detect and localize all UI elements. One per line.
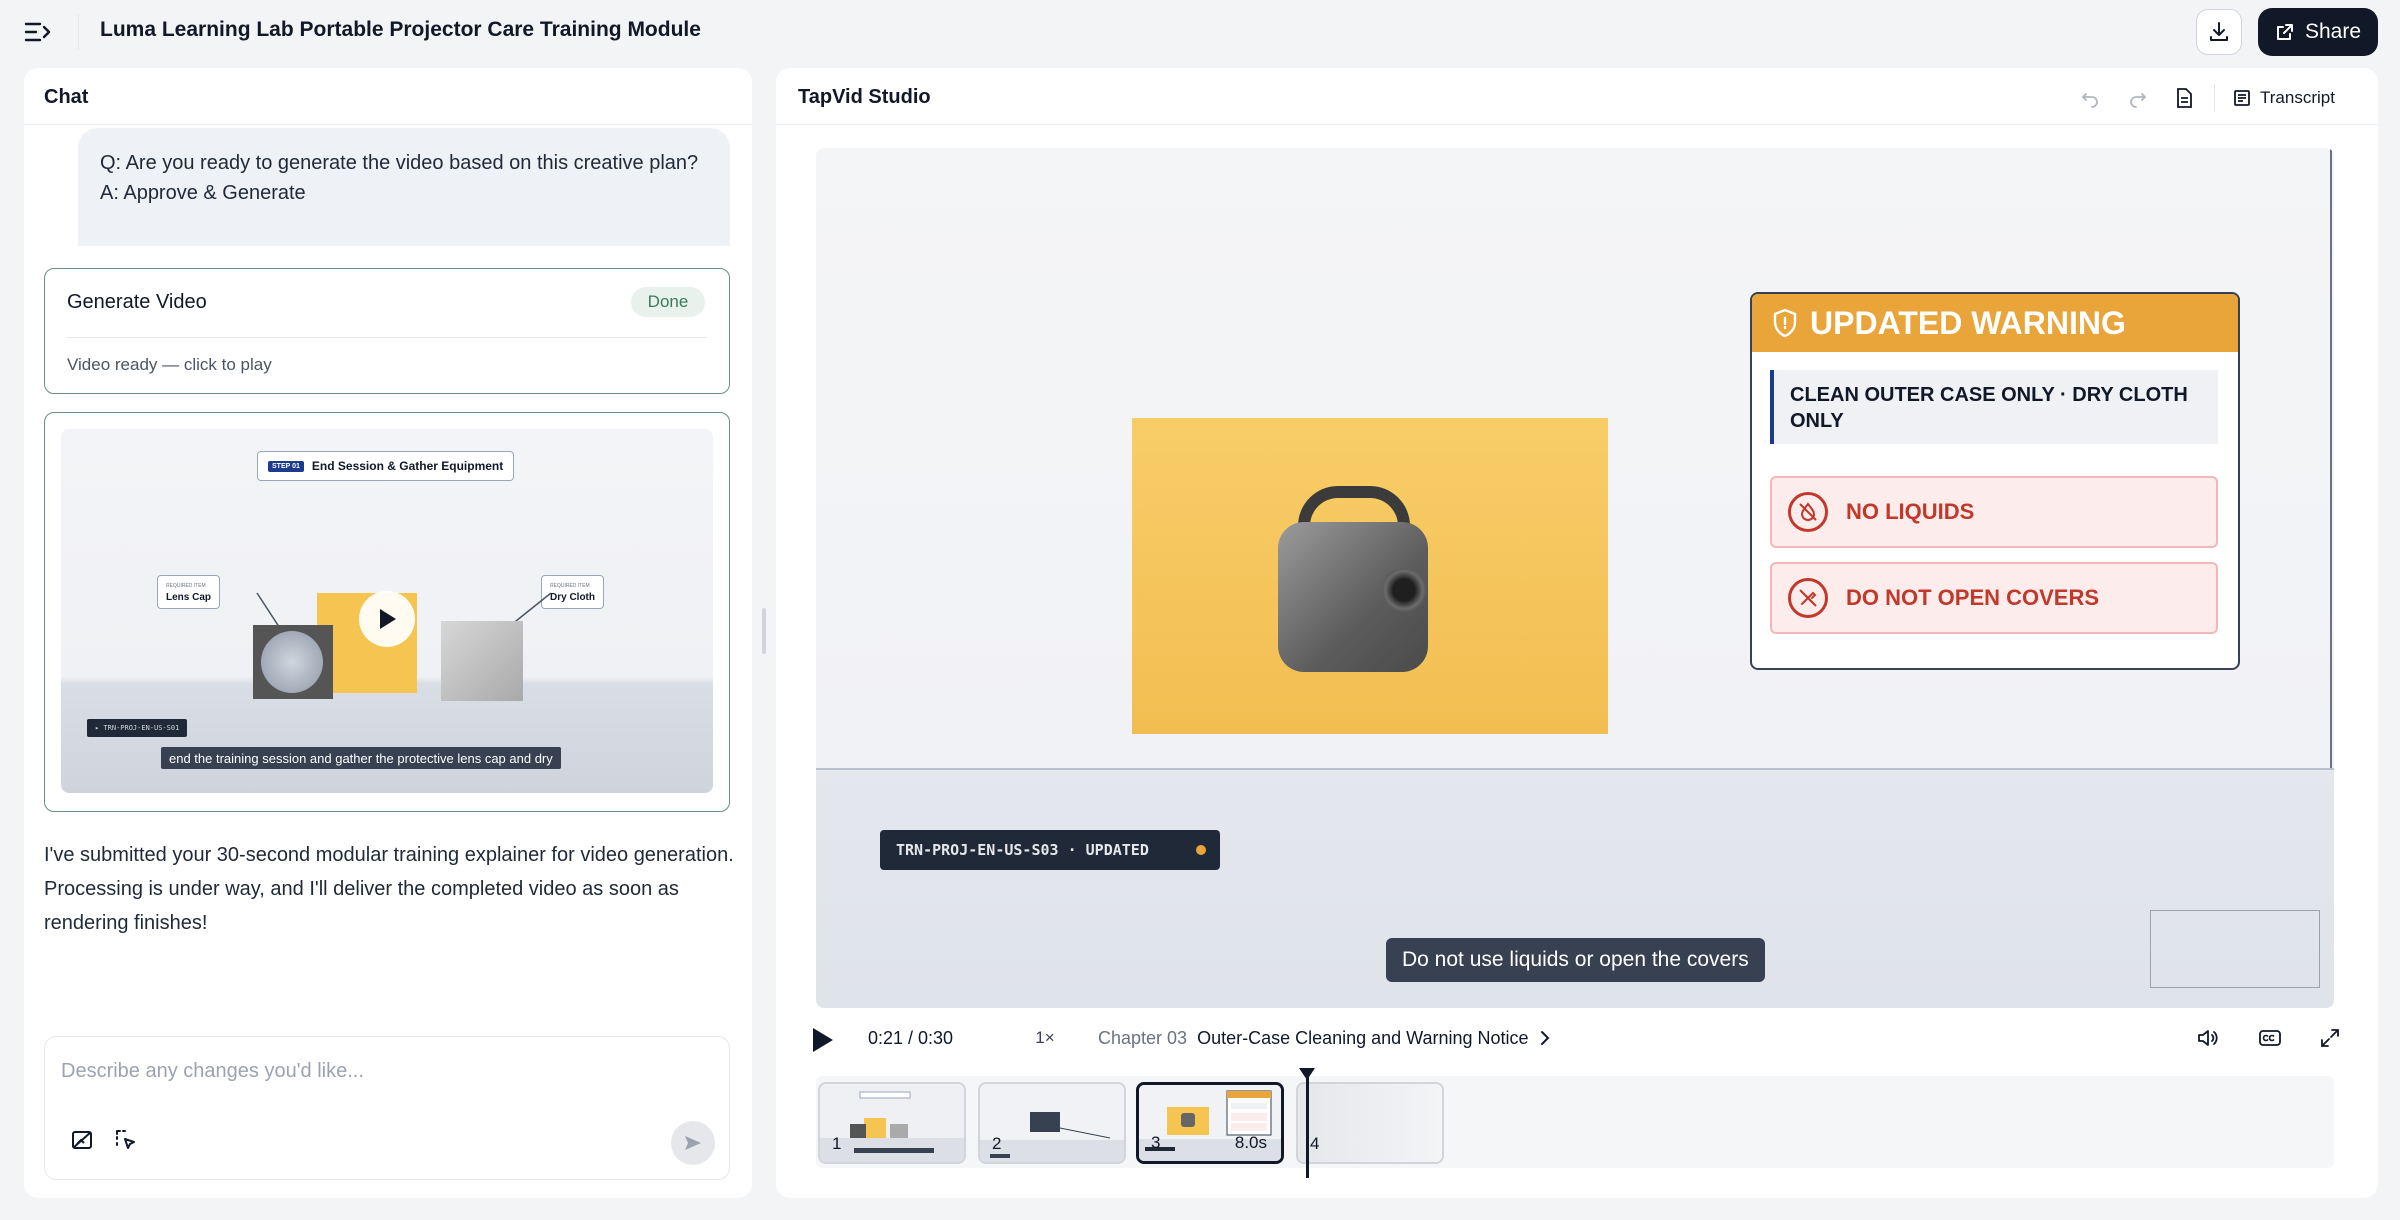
timeline-clip-active[interactable]: 3 8.0s — [1136, 1082, 1284, 1164]
warning-header: UPDATED WARNING — [1752, 294, 2238, 352]
qa-answer: A: Approve & Generate — [100, 182, 306, 204]
play-icon[interactable] — [359, 591, 415, 647]
clip-duration: 8.0s — [1234, 1133, 1267, 1152]
share-button[interactable]: Share — [2258, 8, 2378, 56]
fullscreen-icon[interactable] — [2312, 1020, 2348, 1056]
video-preview-thumbnail[interactable]: STEP 01 End Session & Gather Equipment R… — [61, 429, 713, 793]
preview-id-chip: ▸ TRN-PROJ-EN-US-S01 — [87, 719, 188, 737]
play-icon — [813, 1028, 833, 1052]
chevron-right-icon — [1540, 1031, 1549, 1045]
warning-no-liquids: NO LIQUIDS — [1770, 476, 2218, 548]
timeline-clip[interactable]: 2 — [978, 1082, 1126, 1164]
header-divider — [78, 14, 79, 50]
stage-floor-line — [816, 768, 2334, 770]
image-edit-icon[interactable] — [65, 1123, 99, 1157]
share-label: Share — [2304, 20, 2362, 43]
transcript-label: Transcript — [2260, 88, 2335, 107]
warning-title: UPDATED WARNING — [1810, 304, 2126, 341]
no-liquids-icon — [1788, 492, 1828, 532]
preview-cloth-image — [441, 621, 523, 701]
preview-caption: end the training session and gather the … — [161, 747, 561, 769]
timeline-clip[interactable]: 4 — [1296, 1082, 1444, 1164]
download-button[interactable] — [2196, 9, 2242, 55]
stage-edge — [2330, 148, 2332, 768]
no-tools-icon — [1788, 578, 1828, 618]
undo-icon[interactable] — [2074, 82, 2106, 114]
status-badge: Done — [631, 287, 705, 317]
clip-thumbnail — [820, 1084, 964, 1162]
page-title: Luma Learning Lab Portable Projector Car… — [100, 18, 701, 41]
chat-input-box — [44, 1036, 730, 1180]
clip-thumbnail — [980, 1084, 1124, 1162]
projector-lens — [1382, 568, 1426, 612]
video-stage[interactable]: UPDATED WARNING CLEAN OUTER CASE ONLY · … — [816, 148, 2334, 1008]
subtitle-caption: Do not use liquids or open the covers — [1386, 938, 1765, 982]
card-divider — [67, 337, 707, 338]
timeline-clip[interactable]: 1 — [818, 1082, 966, 1164]
chat-input[interactable] — [61, 1051, 701, 1091]
studio-panel: TapVid Studio Transcript UPDATED WARNING… — [776, 68, 2378, 1198]
video-ready-link[interactable]: Video ready — click to play — [67, 355, 272, 375]
warning-no-open-covers: DO NOT OPEN COVERS — [1770, 562, 2218, 634]
play-button[interactable] — [802, 1020, 842, 1060]
clip-number: 2 — [992, 1134, 1002, 1153]
send-button[interactable] — [671, 1121, 715, 1165]
scene-id-chip: TRN-PROJ-EN-US-S03 · UPDATED — [880, 830, 1220, 870]
video-preview-card[interactable]: STEP 01 End Session & Gather Equipment R… — [44, 412, 730, 812]
shield-icon — [1773, 308, 1797, 338]
playback-controls: 0:21 / 0:30 1× Chapter 03 Outer-Case Cle… — [798, 1010, 2356, 1066]
scene-id-text: TRN-PROJ-EN-US-S03 · UPDATED — [896, 841, 1149, 859]
chat-title: Chat — [44, 86, 89, 108]
chapter-number: Chapter 03 — [1098, 1027, 1188, 1048]
clip-number: 4 — [1310, 1134, 1320, 1153]
top-bar: Luma Learning Lab Portable Projector Car… — [0, 0, 2400, 64]
pointer-select-icon[interactable] — [109, 1123, 143, 1157]
generate-card-title: Generate Video — [67, 291, 207, 313]
warning-card: UPDATED WARNING CLEAN OUTER CASE ONLY · … — [1750, 292, 2240, 670]
document-icon[interactable] — [2168, 82, 2200, 114]
time-readout: 0:21 / 0:30 — [868, 1028, 954, 1048]
status-dot — [1196, 845, 1206, 855]
scene-timeline: 1 2 3 8.0s 4 — [816, 1068, 2334, 1178]
studio-header-divider — [776, 124, 2378, 125]
timeline-playhead[interactable] — [1299, 1068, 1315, 1178]
send-icon — [685, 1136, 701, 1150]
warning-note: CLEAN OUTER CASE ONLY · DRY CLOTH ONLY — [1770, 370, 2218, 444]
chat-header-divider — [24, 124, 752, 125]
volume-icon[interactable] — [2190, 1020, 2226, 1056]
clip-number: 3 — [1151, 1133, 1161, 1152]
transcript-button[interactable]: Transcript — [2232, 82, 2335, 114]
projector-product-image — [1132, 418, 1608, 734]
panel-resize-handle[interactable] — [762, 608, 766, 654]
user-message-bubble: Q: Are you ready to generate the video b… — [78, 128, 730, 246]
clip-thumbnail — [1298, 1084, 1442, 1162]
toolbar-divider — [2214, 84, 2215, 112]
clip-number: 1 — [832, 1134, 842, 1153]
generate-video-card[interactable]: Generate Video Done Video ready — click … — [44, 268, 730, 394]
qa-question: Q: Are you ready to generate the video b… — [100, 152, 699, 174]
sidebar-toggle-icon[interactable] — [22, 18, 54, 46]
studio-title: TapVid Studio — [798, 86, 931, 108]
redo-icon[interactable] — [2122, 82, 2154, 114]
warning-item-text: DO NOT OPEN COVERS — [1846, 585, 2100, 610]
captions-icon[interactable] — [2252, 1020, 2288, 1056]
warning-item-text: NO LIQUIDS — [1846, 499, 1975, 524]
preview-lens-cap-image — [253, 625, 333, 699]
assistant-message: I've submitted your 30-second modular tr… — [44, 844, 734, 934]
chapter-selector[interactable]: Chapter 03 Outer-Case Cleaning and Warni… — [1086, 1018, 1563, 1058]
playback-speed-button[interactable]: 1× — [1022, 1018, 1068, 1058]
download-icon — [2210, 22, 2228, 41]
external-link-icon — [2276, 24, 2293, 40]
picture-in-picture-frame — [2150, 910, 2320, 988]
transcript-icon — [2234, 90, 2250, 106]
chat-panel: Chat Q: Are you ready to generate the vi… — [24, 68, 752, 1198]
chapter-title: Outer-Case Cleaning and Warning Notice — [1197, 1027, 1529, 1048]
